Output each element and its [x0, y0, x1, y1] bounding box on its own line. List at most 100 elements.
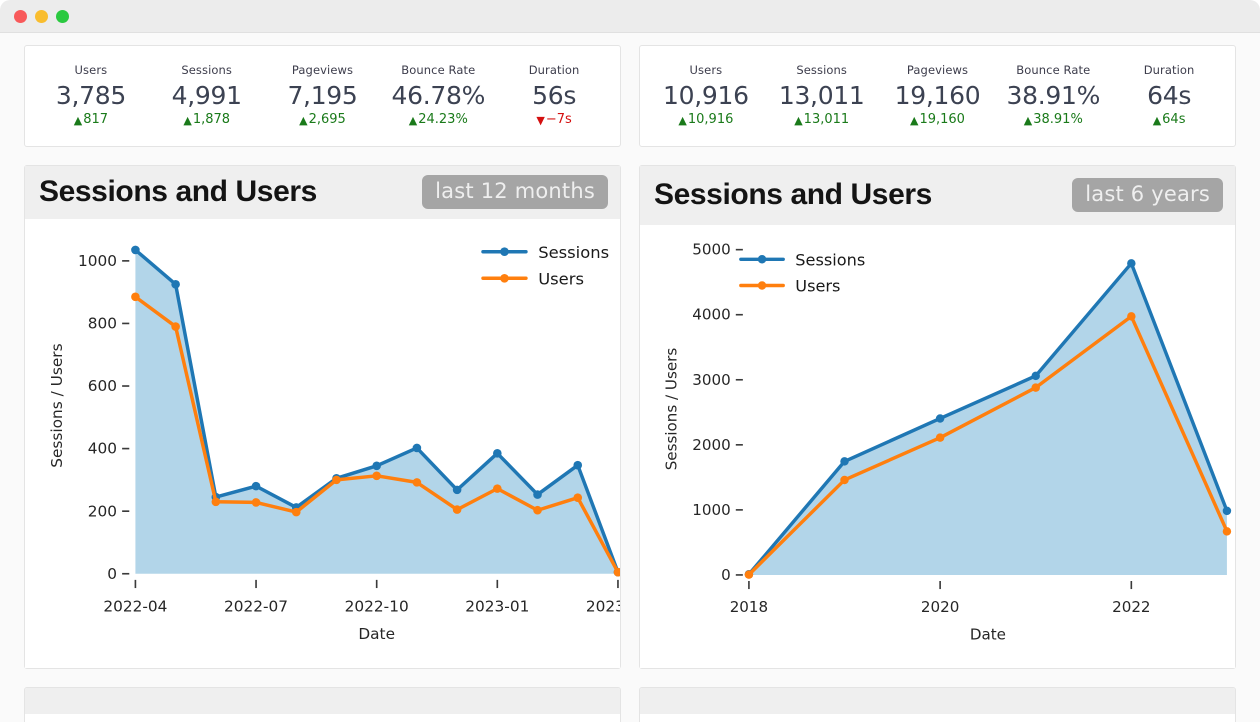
data-point-users [131, 292, 140, 302]
x-tick-label: 2018 [730, 599, 768, 617]
kpi-metric-duration-right: Duration 64s ▲ 64s [1111, 63, 1227, 128]
data-point-users [1031, 383, 1040, 393]
data-point-sessions [935, 414, 945, 423]
kpi-label: Duration [1143, 63, 1195, 78]
kpi-delta-value: −7s [545, 112, 572, 128]
kpi-value: 3,785 [55, 80, 126, 110]
triangle-up-icon: ▲ [1152, 113, 1162, 127]
data-point-sessions [131, 245, 140, 255]
bottom-row-container [24, 687, 1236, 722]
triangle-up-icon: ▲ [408, 113, 418, 127]
data-point-users [211, 497, 221, 507]
x-tick-label: 2023-01 [465, 598, 529, 616]
kpi-panel-right: Users 10,916 ▲ 10,916 Sessions 13,011 ▲ 13,011 P… [639, 45, 1236, 147]
kpi-label: Pageviews [906, 63, 969, 78]
legend-label-users: Users [538, 270, 584, 289]
y-tick-label: 1000 [78, 252, 117, 270]
kpi-delta: ▲ 13,011 [794, 112, 849, 127]
kpi-value: 19,160 [894, 80, 981, 110]
kpi-label: Sessions [181, 63, 233, 78]
kpi-value: 13,011 [778, 80, 865, 110]
y-tick-label: 600 [88, 377, 117, 395]
y-tick-label: 0 [107, 565, 117, 583]
data-point-users [251, 498, 261, 507]
x-tick-label: 2022-07 [224, 598, 288, 616]
chart-plot-yearly[interactable]: 0 1000 2000 3000 4000 5000 2018 2020 2022 Date Ses… [640, 225, 1235, 668]
kpi-value: 38.91% [1006, 80, 1101, 110]
app-window: Users 3,785 ▲ 817 Sessions 4,991 ▲ 1,878 Pagevie… [0, 0, 1260, 722]
kpi-panel-left: Users 3,785 ▲ 817 Sessions 4,991 ▲ 1,878 Pagevie… [24, 45, 621, 147]
y-tick-label: 1000 [692, 501, 730, 519]
legend-label-users: Users [795, 277, 840, 296]
data-point-sessions [251, 482, 261, 491]
kpi-delta-value: 24.23% [418, 112, 468, 128]
y-tick-label: 200 [88, 502, 117, 520]
chart-svg-monthly: 0 200 400 600 800 1000 2022-04 2022-07 2022-10 20… [48, 243, 620, 643]
x-axis-title: Date [358, 625, 395, 643]
chart-period-badge-yearly[interactable]: last 6 years [1072, 178, 1223, 213]
x-tick-label: 2023-04 [586, 598, 620, 616]
close-button[interactable] [14, 9, 27, 23]
bottom-panel-left-header [25, 688, 620, 714]
kpi-metric-bounce-rate-left: Bounce Rate 46.78% ▲ 24.23% [380, 63, 496, 128]
x-tick-label: 2020 [921, 599, 959, 617]
kpi-delta: ▲ 19,160 [910, 112, 965, 127]
kpi-delta-value: 817 [83, 112, 109, 128]
data-point-users [533, 506, 542, 515]
data-point-users [452, 505, 462, 515]
data-point-sessions [1127, 259, 1136, 268]
kpi-label: Pageviews [291, 63, 354, 78]
y-tick-label: 4000 [692, 306, 730, 324]
data-point-sessions [1031, 371, 1040, 381]
kpi-delta: ▲ 64s [1153, 112, 1186, 127]
kpi-delta-value: 64s [1162, 112, 1186, 128]
kpi-delta: ▲ 1,878 [183, 112, 230, 127]
data-point-users [493, 484, 502, 494]
y-tick-label: 2000 [692, 436, 730, 454]
chart-area-fill [748, 263, 1227, 576]
triangle-down-icon: ▼ [536, 113, 545, 127]
data-point-users [1222, 527, 1232, 536]
data-point-sessions [412, 443, 422, 453]
kpi-metric-pageviews-right: Pageviews 19,160 ▲ 19,160 [880, 63, 996, 128]
data-point-sessions [840, 457, 849, 466]
triangle-up-icon: ▲ [183, 113, 192, 127]
kpi-label: Sessions [796, 63, 848, 78]
kpi-value: 4,991 [171, 80, 242, 110]
kpi-metric-sessions-right: Sessions 13,011 ▲ 13,011 [764, 63, 880, 128]
y-tick-label: 5000 [692, 241, 730, 259]
bottom-panel-right [639, 687, 1236, 722]
triangle-up-icon: ▲ [299, 113, 308, 127]
triangle-up-icon: ▲ [73, 113, 83, 127]
kpi-delta: ▼ −7s [536, 112, 571, 127]
y-tick-label: 3000 [692, 371, 730, 389]
zoom-button[interactable] [56, 9, 69, 23]
kpi-label: Bounce Rate [1016, 63, 1091, 78]
kpi-metric-users-left: Users 3,785 ▲ 817 [33, 63, 149, 128]
chart-period-badge-monthly[interactable]: last 12 months [422, 175, 608, 210]
data-point-sessions [533, 490, 542, 500]
chart-plot-monthly[interactable]: 0 200 400 600 800 1000 2022-04 2022-07 2022-10 20… [25, 219, 620, 668]
kpi-row-container: Users 3,785 ▲ 817 Sessions 4,991 ▲ 1,878 Pagevie… [24, 45, 1236, 147]
x-tick-label: 2022 [1112, 599, 1150, 617]
chart-title-monthly: Sessions and Users [39, 175, 317, 209]
kpi-label: Bounce Rate [401, 63, 476, 78]
kpi-delta-value: 13,011 [803, 112, 850, 128]
chart-panel-monthly: Sessions and Users last 12 months 0 200 40… [24, 165, 621, 669]
kpi-label: Users [74, 63, 108, 78]
chart-title-yearly: Sessions and Users [654, 178, 932, 212]
data-point-users [744, 570, 754, 580]
window-titlebar [0, 0, 1260, 33]
triangle-up-icon: ▲ [678, 113, 687, 127]
y-tick-label: 800 [88, 315, 117, 333]
legend-label-sessions: Sessions [795, 251, 865, 270]
kpi-list-right: Users 10,916 ▲ 10,916 Sessions 13,011 ▲ 13,011 P… [648, 63, 1227, 128]
minimize-button[interactable] [35, 9, 48, 23]
chart-panel-yearly: Sessions and Users last 6 years 0 1000 200… [639, 165, 1236, 669]
kpi-delta-value: 2,695 [308, 112, 346, 128]
kpi-value: 10,916 [663, 80, 749, 110]
data-point-sessions [493, 449, 502, 458]
data-point-sessions [372, 461, 381, 471]
legend-marker-users [500, 274, 509, 283]
legend-marker-sessions [500, 247, 509, 257]
